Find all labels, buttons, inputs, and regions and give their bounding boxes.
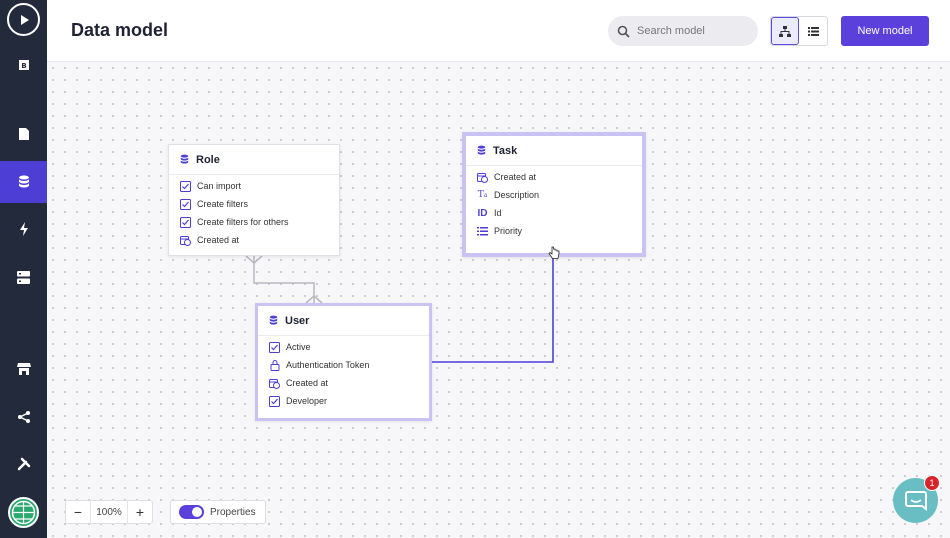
- search-box[interactable]: [608, 16, 758, 46]
- pages-icon: [18, 128, 29, 140]
- card-title: Task: [493, 144, 518, 157]
- tools-icon: [17, 457, 30, 471]
- model-field[interactable]: Authentication Token: [258, 356, 429, 374]
- model-field[interactable]: Create filters for others: [169, 213, 339, 231]
- sidebar-item-share[interactable]: [0, 396, 47, 438]
- sitemap-icon: [779, 25, 792, 37]
- view-toggle: [770, 16, 828, 46]
- checkbox-icon: [269, 395, 280, 407]
- sidebar-item-store[interactable]: [0, 348, 47, 390]
- text-icon: Ta: [477, 190, 488, 200]
- search-input[interactable]: [637, 25, 747, 37]
- card-title: User: [285, 314, 310, 327]
- server-icon: [17, 270, 30, 284]
- model-field[interactable]: Created at: [466, 168, 642, 186]
- model-field[interactable]: Active: [258, 338, 429, 356]
- card-header: User: [258, 306, 429, 336]
- model-field[interactable]: ID Id: [466, 204, 642, 222]
- model-card-user[interactable]: User Active Authentication Token Created…: [255, 303, 432, 421]
- role-user-relation: [253, 256, 315, 303]
- diagram-canvas[interactable]: Role Can import Create filters Create fi…: [47, 62, 950, 538]
- sidebar-item-pages[interactable]: [0, 113, 47, 155]
- zoom-level: 100%: [90, 501, 128, 523]
- zoom-in-button[interactable]: +: [128, 501, 152, 523]
- search-icon: [617, 25, 630, 38]
- calendar-clock-icon: [477, 172, 488, 183]
- model-field[interactable]: Created at: [169, 231, 339, 249]
- sidebar-item-book[interactable]: B: [0, 44, 47, 86]
- checkbox-icon: [180, 180, 191, 192]
- model-field[interactable]: Ta Description: [466, 186, 642, 204]
- checkbox-icon: [180, 198, 191, 210]
- book-icon: B: [18, 60, 29, 70]
- list-view-button[interactable]: [799, 17, 827, 45]
- header: Data model New model: [47, 0, 950, 62]
- calendar-clock-icon: [269, 378, 280, 389]
- diagram-view-button[interactable]: [771, 17, 800, 45]
- new-model-button[interactable]: New model: [841, 16, 929, 46]
- model-field[interactable]: Create filters: [169, 195, 339, 213]
- properties-toggle[interactable]: Properties: [170, 500, 266, 524]
- database-icon: [269, 315, 278, 325]
- avatar[interactable]: [8, 497, 39, 528]
- toggle-switch[interactable]: [179, 505, 204, 519]
- model-field[interactable]: Created at: [258, 374, 429, 392]
- database-icon: [180, 154, 189, 164]
- model-card-task[interactable]: Task Created at Ta Description ID Id Prior…: [462, 132, 646, 257]
- play-logo-icon[interactable]: [7, 3, 40, 36]
- model-field[interactable]: Priority: [466, 222, 642, 240]
- sidebar-item-actions[interactable]: [0, 208, 47, 250]
- sidebar-item-data-model[interactable]: [0, 161, 47, 203]
- card-title: Role: [196, 153, 220, 166]
- database-icon: [18, 175, 29, 188]
- notification-badge: 1: [924, 475, 940, 491]
- lock-icon: [269, 359, 280, 371]
- lightning-icon: [19, 222, 28, 236]
- model-card-role[interactable]: Role Can import Create filters Create fi…: [168, 144, 340, 256]
- list-icon: [477, 226, 488, 237]
- hand-cursor-icon: [548, 246, 560, 259]
- calendar-clock-icon: [180, 235, 191, 246]
- share-icon: [17, 411, 30, 423]
- checkbox-icon: [269, 341, 280, 353]
- model-field[interactable]: Developer: [258, 392, 429, 410]
- card-header: Task: [466, 136, 642, 166]
- page-title: Data model: [71, 20, 169, 40]
- model-field[interactable]: Can import: [169, 177, 339, 195]
- sidebar-item-tools[interactable]: [0, 443, 47, 485]
- chat-icon: [904, 490, 927, 511]
- sidebar: B: [0, 0, 47, 538]
- id-icon: ID: [477, 207, 488, 219]
- user-task-relation: [431, 252, 554, 363]
- svg-text:B: B: [21, 62, 26, 70]
- list-icon: [807, 26, 819, 36]
- properties-label: Properties: [210, 506, 256, 518]
- zoom-out-button[interactable]: −: [66, 501, 90, 523]
- sidebar-item-servers[interactable]: [0, 256, 47, 298]
- store-icon: [16, 363, 31, 375]
- card-header: Role: [169, 145, 339, 175]
- database-icon: [477, 145, 486, 155]
- zoom-control: − 100% +: [65, 500, 153, 524]
- checkbox-icon: [180, 216, 191, 228]
